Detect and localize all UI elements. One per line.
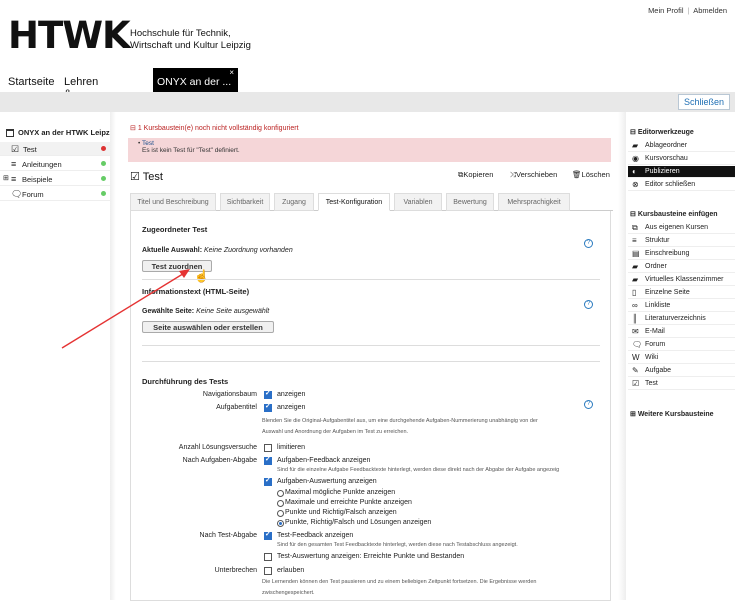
rp-item-ordner[interactable]: ▰ Ordner (628, 261, 735, 273)
rp-item-label: Linkliste (645, 302, 671, 309)
arrow-head (179, 269, 190, 278)
rp-item-label: Einschreibung (645, 250, 690, 257)
course-elements-title-text: Kursbausteine einfügen (637, 211, 718, 218)
arrow-line (61, 271, 187, 349)
more-elements-title[interactable]: ⊞ Weitere Kursbausteine (630, 410, 714, 418)
forum-icon: 🗨 (632, 340, 643, 349)
eye-icon: ◉ (632, 154, 639, 163)
rp-item-einzelne-seite[interactable]: ▯ Einzelne Seite (628, 287, 735, 299)
rp-item-struktur[interactable]: ≡ Struktur (628, 235, 735, 247)
rp-item-linkliste[interactable]: ∞ Linkliste (628, 300, 735, 312)
rp-item-publizieren[interactable]: ◐ Publizieren (628, 166, 735, 178)
rp-item-label: E-Mail (645, 328, 665, 335)
editor-tools-title-text: Editorwerkzeuge (637, 129, 694, 136)
rp-item-label: Editor schließen (645, 181, 696, 188)
folder-icon: ▰ (632, 141, 639, 150)
rp-item-label: Wiki (645, 354, 659, 361)
rp-item-label: Forum (645, 341, 666, 348)
rp-item-label: Aufgabe (645, 367, 672, 374)
test-icon: ☑ (632, 379, 640, 388)
rp-item-ablageordner[interactable]: ▰ Ablageordner (628, 140, 735, 152)
library-icon: ║ (632, 314, 638, 323)
rp-item-editor-schliessen[interactable]: ⊗ Editor schließen (628, 179, 735, 191)
rp-item-label: Einzelne Seite (645, 289, 690, 296)
rp-item-label: Ablageordner (645, 142, 688, 149)
rp-item-label: Struktur (645, 237, 670, 244)
rp-item-label: Virtuelles Klassenzimmer (645, 276, 724, 283)
rp-item-wiki[interactable]: W Wiki (628, 352, 735, 364)
structure-icon: ≡ (632, 236, 637, 245)
rp-item-label: Ordner (645, 263, 667, 270)
folder-icon: ▰ (632, 262, 639, 271)
more-elements-title-text: Weitere Kursbausteine (637, 411, 714, 418)
rp-item-kursvorschau[interactable]: ◉ Kursvorschau (628, 153, 735, 165)
wiki-icon: W (632, 353, 640, 362)
rp-item-label: Literaturverzeichnis (645, 315, 706, 322)
page-icon: ▯ (632, 288, 637, 297)
close-circle-icon: ⊗ (632, 180, 639, 189)
rp-item-test[interactable]: ☑ Test (628, 378, 735, 390)
task-icon: ✎ (632, 366, 639, 375)
link-icon: ∞ (632, 301, 638, 310)
rp-item-einschreibung[interactable]: ▤ Einschreibung (628, 248, 735, 260)
enrollment-icon: ▤ (632, 249, 640, 258)
right-sidebar: ⊟ Editorwerkzeuge ▰ Ablageordner ◉ Kursvor… (628, 125, 735, 600)
annotation-arrow (61, 269, 190, 349)
rp-item-literaturverzeichnis[interactable]: ║ Literaturverzeichnis (628, 313, 735, 325)
rp-item-label: Kursvorschau (645, 155, 688, 162)
editor-tools-title: ⊟ Editorwerkzeuge (630, 129, 694, 136)
copy-icon: ⧉ (632, 223, 638, 232)
rp-item-label: Aus eigenen Kursen (645, 224, 709, 231)
folder-icon: ▰ (632, 275, 639, 284)
rp-item-label: Test (645, 380, 658, 387)
rp-item-aus-eigenen-kursen[interactable]: ⧉ Aus eigenen Kursen (628, 222, 735, 234)
publish-icon: ◐ (632, 167, 637, 176)
course-elements-title: ⊟ Kursbausteine einfügen (630, 211, 718, 218)
rp-item-forum[interactable]: 🗨 Forum (628, 339, 735, 351)
rp-item-aufgabe[interactable]: ✎ Aufgabe (628, 365, 735, 377)
email-icon: ✉ (632, 327, 639, 336)
rp-item-virtuelles-klassenzimmer[interactable]: ▰ Virtuelles Klassenzimmer (628, 274, 735, 286)
rp-item-email[interactable]: ✉ E-Mail (628, 326, 735, 338)
rp-item-label: Publizieren (645, 168, 680, 175)
